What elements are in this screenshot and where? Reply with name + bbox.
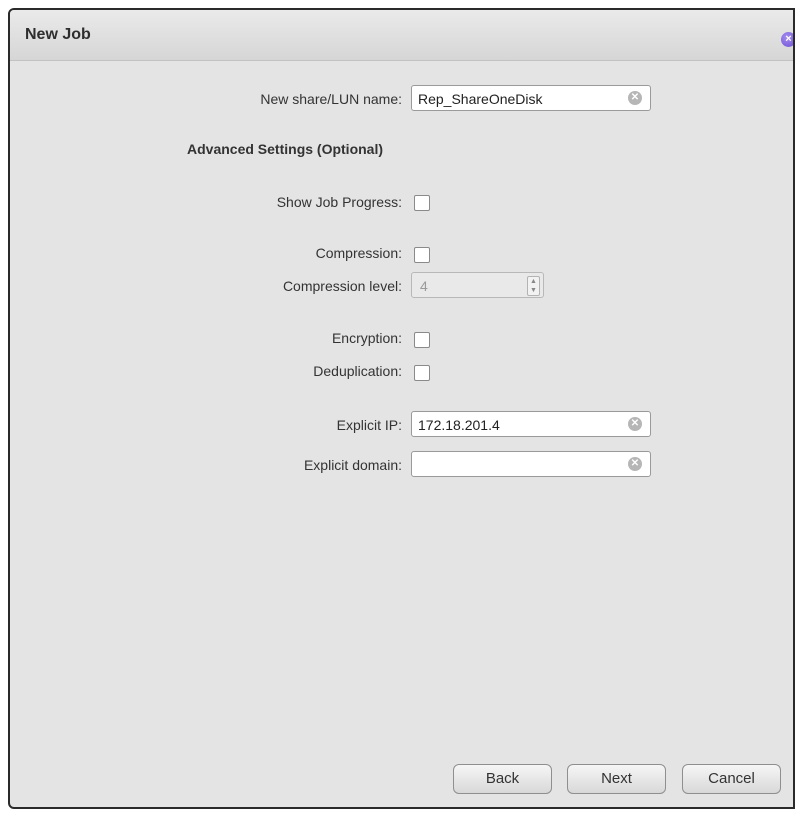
- next-button[interactable]: Next: [567, 764, 666, 794]
- explicit-domain-label: Explicit domain:: [303, 457, 402, 473]
- explicit-ip-label: Explicit IP:: [336, 417, 402, 433]
- spin-up-icon[interactable]: ▲: [528, 277, 539, 286]
- compression-checkbox[interactable]: [414, 247, 430, 263]
- explicit-ip-value: 172.18.201.4: [418, 417, 500, 433]
- dialog-title: New Job: [25, 26, 91, 43]
- deduplication-label: Deduplication:: [313, 363, 402, 379]
- share-name-value: Rep_ShareOneDisk: [418, 91, 543, 107]
- clear-field-icon[interactable]: ✕: [628, 457, 642, 471]
- encryption-label: Encryption:: [331, 330, 402, 346]
- share-name-label: New share/LUN name:: [260, 91, 402, 107]
- advanced-settings-heading: Advanced Settings (Optional): [187, 141, 384, 157]
- new-job-dialog: New Job × New share/LUN name: Rep_ShareO…: [8, 8, 795, 809]
- compression-level-value: 4: [420, 278, 428, 294]
- explicit-domain-input[interactable]: ✕: [411, 451, 651, 477]
- spin-down-icon[interactable]: ▼: [528, 286, 539, 295]
- show-progress-checkbox[interactable]: [414, 195, 430, 211]
- cancel-button[interactable]: Cancel: [682, 764, 781, 794]
- share-name-input[interactable]: Rep_ShareOneDisk ✕: [411, 85, 651, 111]
- explicit-ip-input[interactable]: 172.18.201.4 ✕: [411, 411, 651, 437]
- deduplication-checkbox[interactable]: [414, 365, 430, 381]
- compression-label: Compression:: [315, 245, 402, 261]
- encryption-checkbox[interactable]: [414, 332, 430, 348]
- clear-field-icon[interactable]: ✕: [628, 417, 642, 431]
- compression-level-stepper[interactable]: 4 ▲ ▼: [411, 272, 544, 298]
- back-button[interactable]: Back: [453, 764, 552, 794]
- compression-level-label: Compression level:: [282, 278, 402, 294]
- clear-field-icon[interactable]: ✕: [628, 91, 642, 105]
- spinner-arrows-icon[interactable]: ▲ ▼: [527, 276, 540, 296]
- close-icon[interactable]: ×: [781, 32, 793, 47]
- show-progress-label: Show Job Progress:: [276, 194, 402, 210]
- dialog-titlebar[interactable]: New Job ×: [10, 10, 793, 61]
